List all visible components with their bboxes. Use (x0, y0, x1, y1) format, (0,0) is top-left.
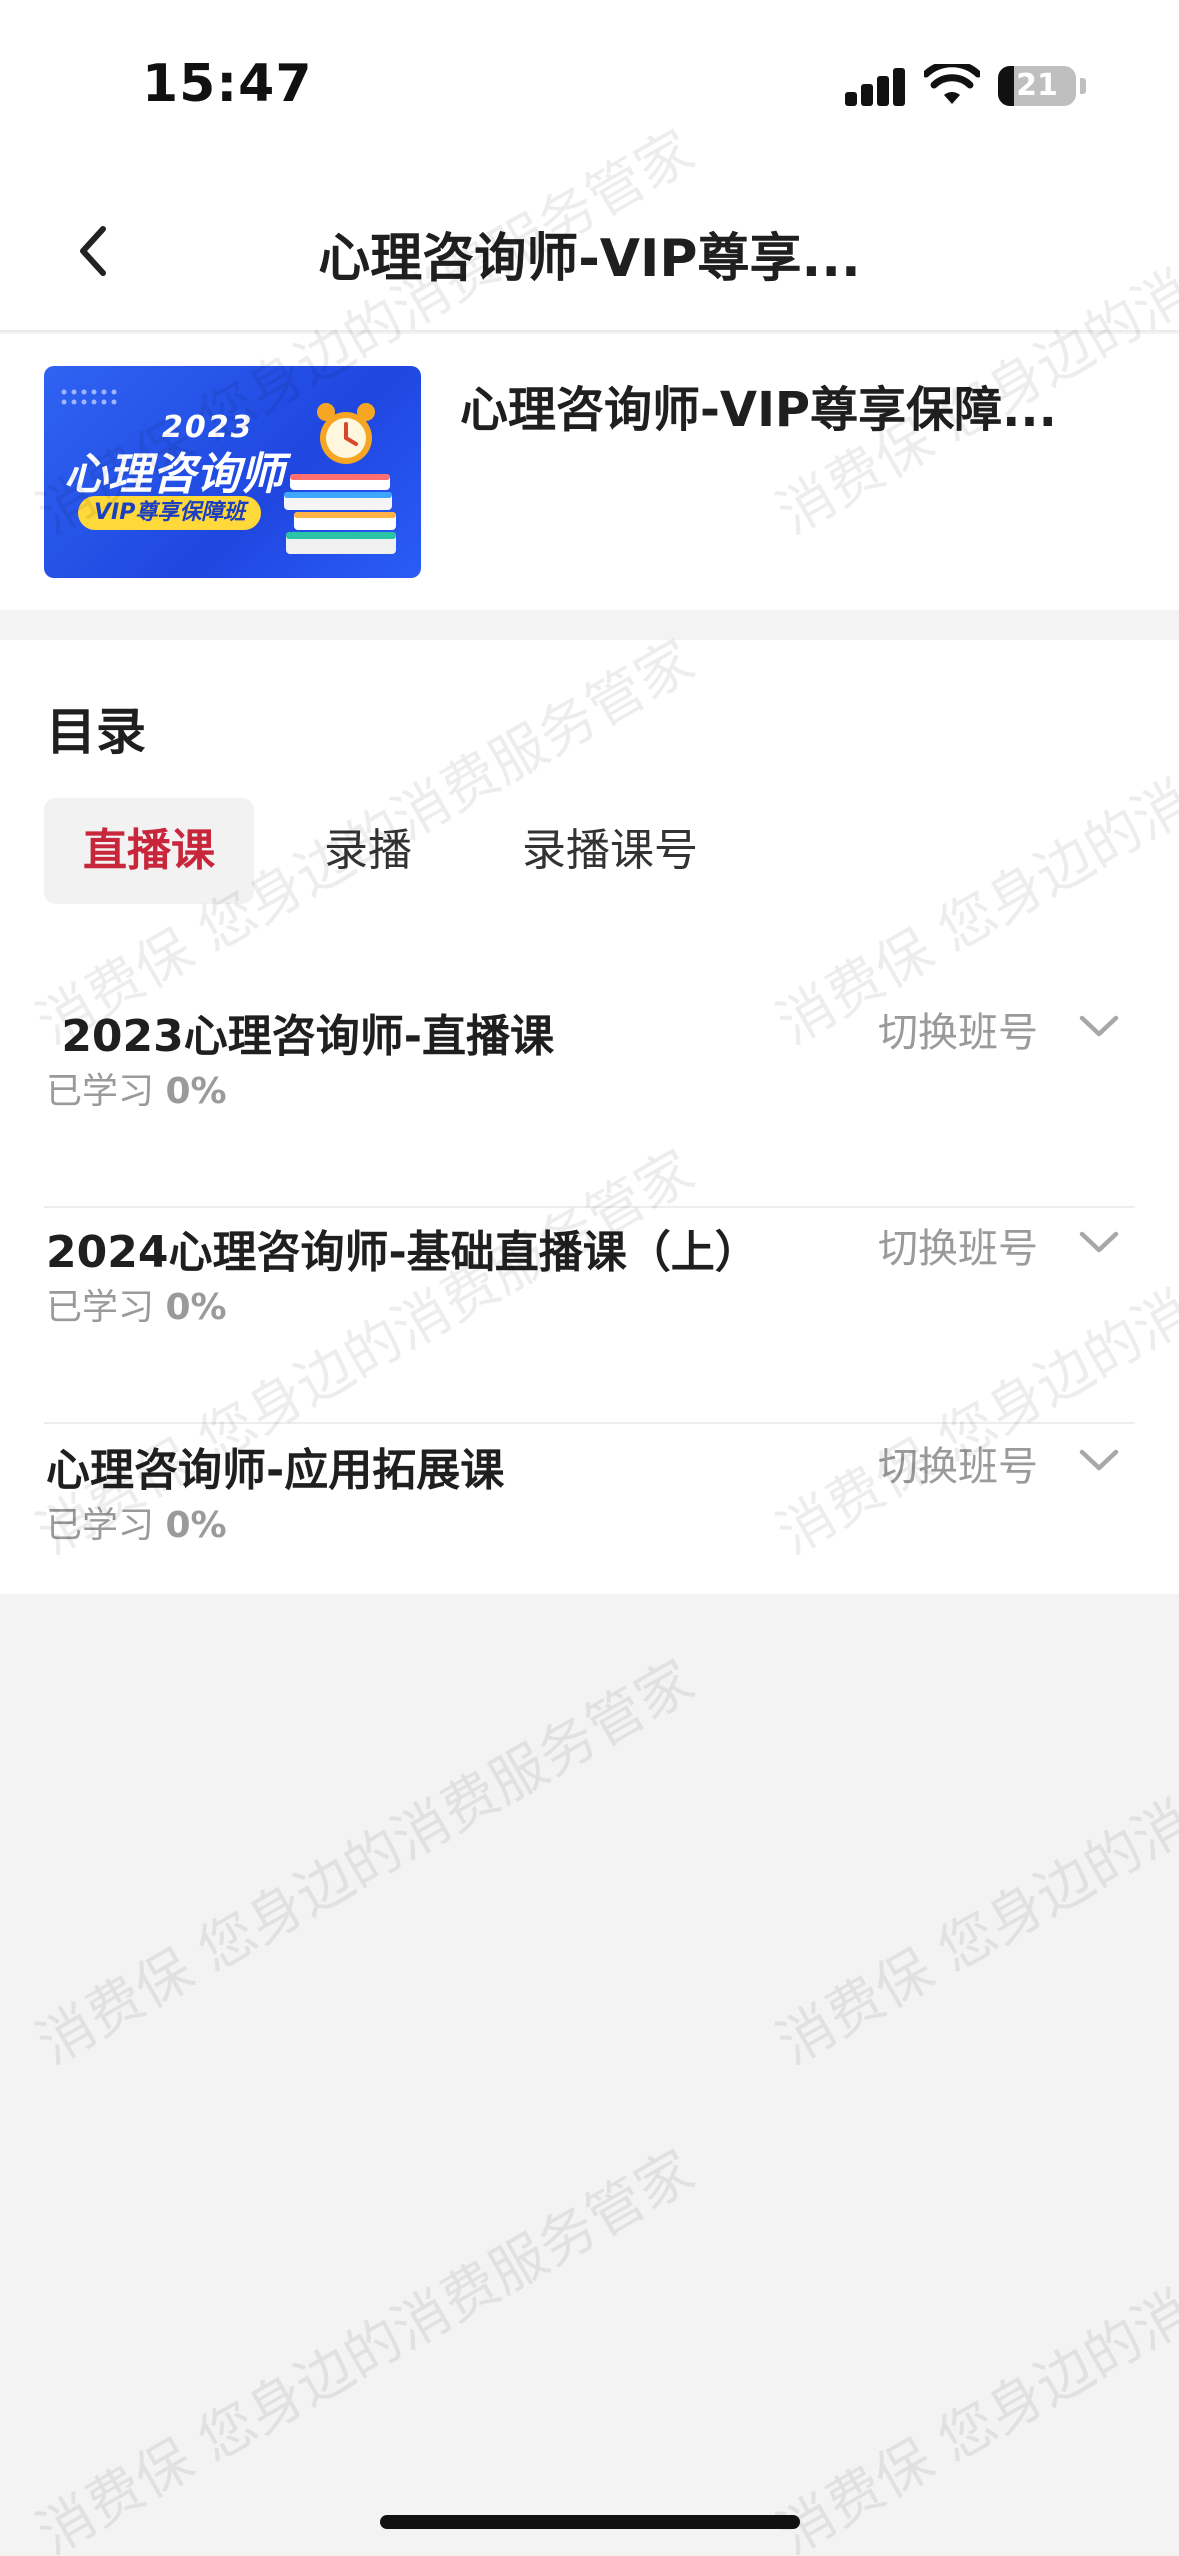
switch-class-button[interactable]: 切换班号 (878, 1216, 1038, 1274)
progress-value: 0% (165, 1505, 227, 1546)
chevron-down-icon[interactable] (1076, 1010, 1122, 1040)
tab-live[interactable]: 直播课 (44, 798, 254, 904)
catalog-section: 目录 直播课 录播 录播课号 2023心理咨询师-直播课 已学习 0% 切换班号… (0, 640, 1179, 1594)
course-title: 心理咨询师-VIP尊享保障... (460, 382, 1057, 438)
battery-level-text: 21 (1016, 68, 1058, 103)
progress-label: 已学习 (46, 1505, 155, 1546)
wifi-icon (924, 64, 980, 104)
battery-cap (1080, 78, 1086, 94)
progress-value: 0% (165, 1287, 227, 1328)
course-item-progress: 已学习 0% (46, 1062, 227, 1114)
watermark-text: 消费保 您身边的消费服务管家 (766, 1648, 1179, 2078)
thumbnail-badge: VIP尊享保障班 (78, 496, 262, 530)
alarm-clock-icon (317, 403, 375, 464)
status-bar: 15:47 21 (0, 0, 1179, 170)
back-button[interactable] (52, 206, 132, 296)
course-item-title: 2023心理咨询师-直播课 (46, 1011, 555, 1062)
catalog-title: 目录 (46, 703, 146, 761)
switch-class-button[interactable]: 切换班号 (878, 1434, 1038, 1492)
progress-label: 已学习 (46, 1071, 155, 1112)
list-divider (44, 1422, 1135, 1424)
course-list-item[interactable]: 2024心理咨询师-基础直播课（上） 已学习 0% 切换班号 (0, 1216, 1179, 1416)
chevron-left-icon (80, 226, 106, 276)
home-indicator[interactable] (380, 2515, 800, 2529)
switch-class-button[interactable]: 切换班号 (878, 1000, 1038, 1058)
course-thumbnail[interactable]: 2023 心理咨询师 VIP尊享保障班 (44, 366, 421, 578)
course-list-item[interactable]: 2023心理咨询师-直播课 已学习 0% 切换班号 (0, 1000, 1179, 1200)
watermark-text: 消费保 您身边的消费服务管家 (26, 1648, 705, 2078)
watermark-text: 消费保 您身边的消费服务管家 (26, 2138, 705, 2556)
page-title: 心理咨询师-VIP尊享... (318, 229, 861, 289)
status-time: 15:47 (142, 54, 313, 114)
progress-label: 已学习 (46, 1287, 155, 1328)
tab-recorded[interactable]: 录播 (324, 798, 412, 904)
progress-value: 0% (165, 1071, 227, 1112)
thumbnail-course-name: 心理咨询师 (64, 449, 284, 500)
tab-recorded-course-number[interactable]: 录播课号 (522, 798, 698, 904)
books-stack-icon (284, 474, 396, 554)
course-header: 2023 心理咨询师 VIP尊享保障班 心理咨询师-VIP尊享保障... (0, 334, 1179, 610)
chevron-down-icon[interactable] (1076, 1444, 1122, 1474)
course-item-progress: 已学习 0% (46, 1278, 227, 1330)
chevron-down-icon[interactable] (1076, 1226, 1122, 1256)
list-divider (44, 1206, 1135, 1208)
course-list-item[interactable]: 心理咨询师-应用拓展课 已学习 0% 切换班号 (0, 1434, 1179, 1634)
decorative-dots-icon (61, 389, 117, 405)
watermark-text: 消费保 您身边的消费服务管家 (766, 2138, 1179, 2556)
course-item-title: 2024心理咨询师-基础直播课（上） (46, 1227, 759, 1278)
nav-header: 心理咨询师-VIP尊享... (0, 170, 1179, 332)
battery-icon: 21 (998, 66, 1076, 106)
course-item-title: 心理咨询师-应用拓展课 (46, 1445, 505, 1496)
course-item-progress: 已学习 0% (46, 1496, 227, 1548)
cellular-signal-icon (845, 68, 907, 106)
